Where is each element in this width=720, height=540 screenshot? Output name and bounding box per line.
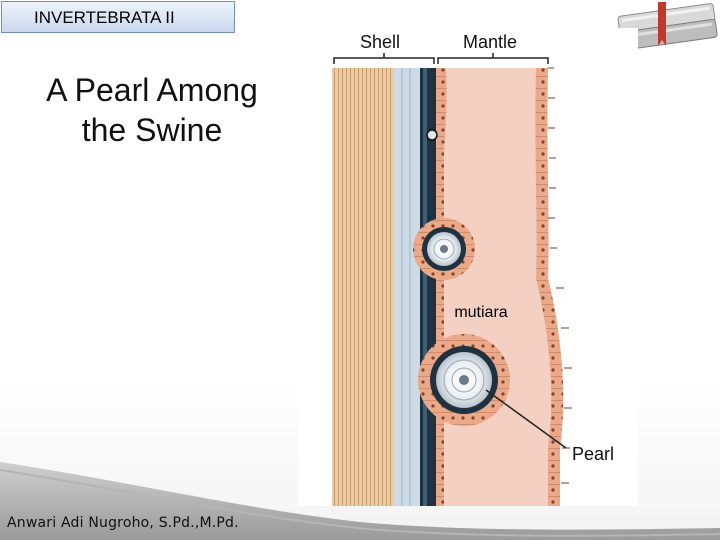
small-nucleus <box>426 129 438 141</box>
mantle-bracket <box>437 53 549 64</box>
pearl-diagram-svg: Shell Mantle Pearl <box>332 32 614 506</box>
label-mantle: Mantle <box>463 32 517 52</box>
shell-prismatic-layer <box>332 68 394 506</box>
pearl-diagram: Shell Mantle Pearl <box>298 28 638 506</box>
annotation-mutiara: mutiara <box>454 304 508 321</box>
course-title: INVERTEBRATA II <box>34 8 175 27</box>
shell-bracket <box>333 53 435 64</box>
course-title-tab: INVERTEBRATA II <box>1 1 235 33</box>
label-shell: Shell <box>360 32 400 52</box>
slide-title: A Pearl Among the Swine <box>18 70 286 150</box>
title-line-2: the Swine <box>81 112 223 148</box>
nacre-layer <box>394 68 420 506</box>
title-line-1: A Pearl Among <box>46 72 258 108</box>
label-pearl: Pearl <box>572 444 614 464</box>
author-credit: Anwari Adi Nugroho, S.Pd.,M.Pd. <box>7 515 239 531</box>
